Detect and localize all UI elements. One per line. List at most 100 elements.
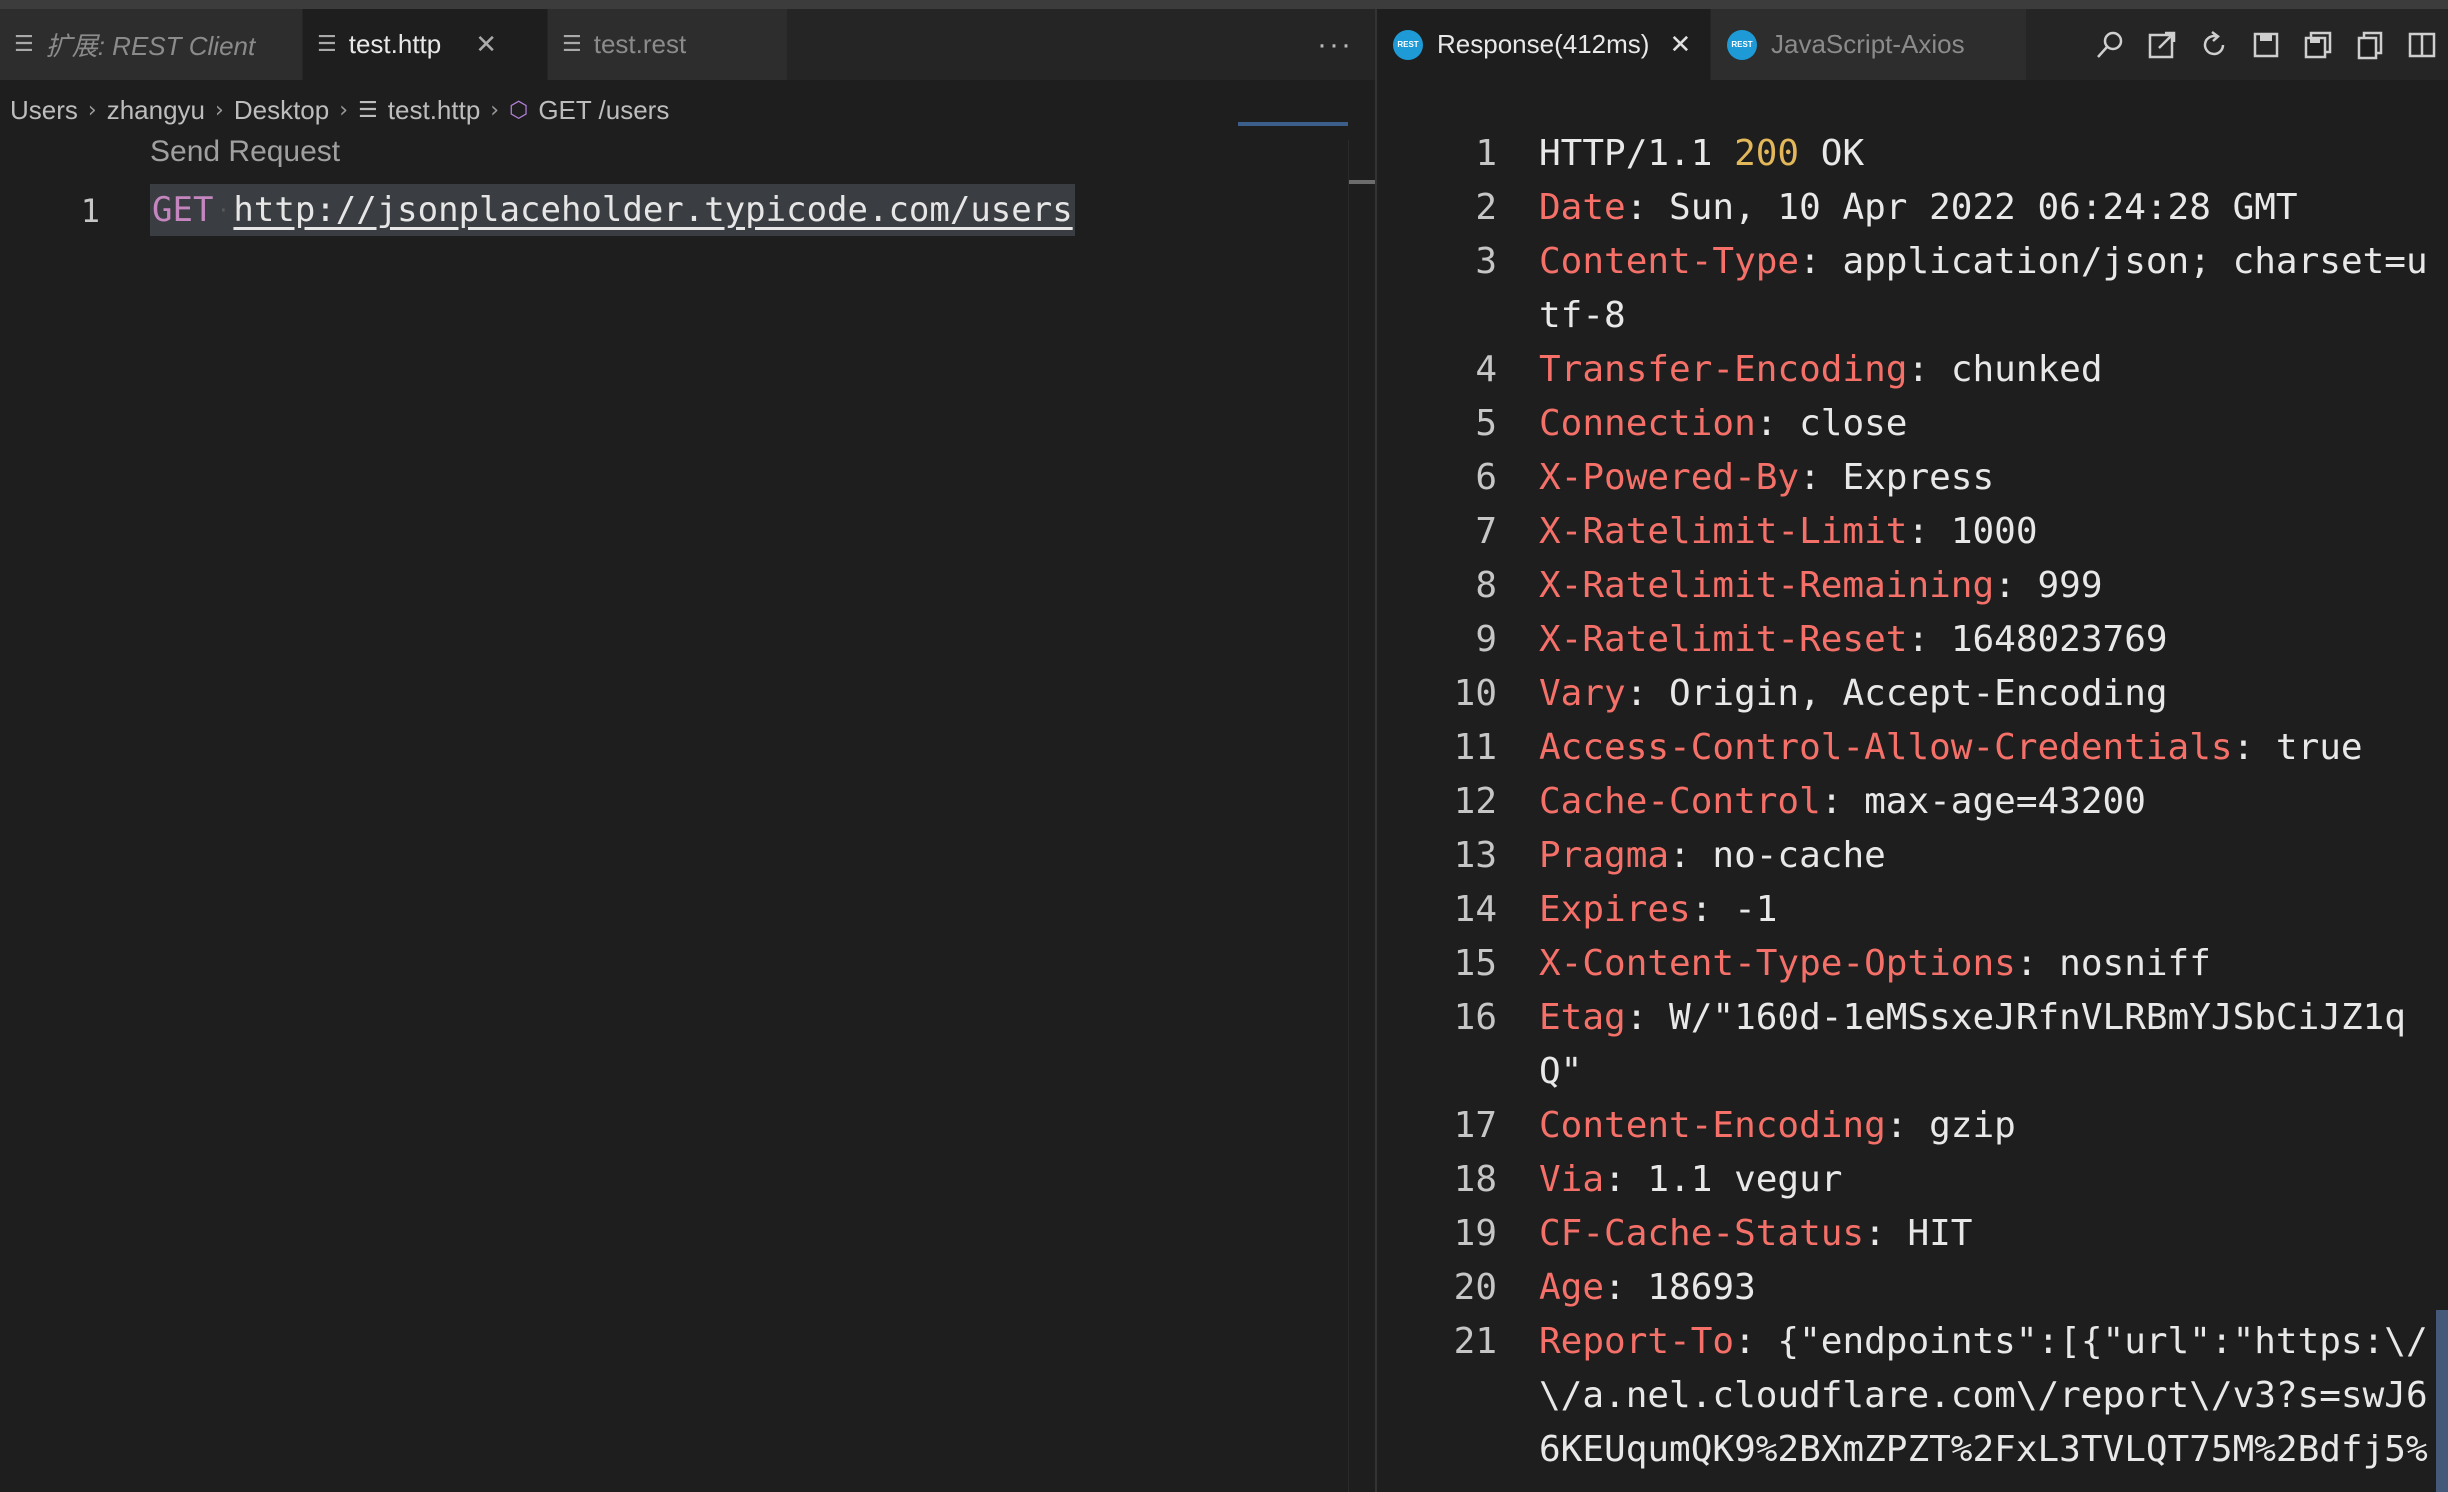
header-value: : HIT: [1864, 1213, 1973, 1254]
response-line: 5 Connection: close: [1377, 397, 2448, 451]
response-line: 3 Content-Type: application/json; charset…: [1377, 235, 2448, 289]
copy-icon[interactable]: [2344, 19, 2396, 71]
request-url-link[interactable]: http://jsonplaceholder.typicode.com/user…: [233, 190, 1072, 230]
line-number: 16: [1453, 997, 1497, 1038]
breadcrumb: Users › zhangyu › Desktop › ☰ test.http …: [0, 80, 1375, 140]
line-number: 8: [1475, 565, 1497, 606]
response-line: 4 Transfer-Encoding: chunked: [1377, 343, 2448, 397]
response-line-text: X-Powered-By: Express: [1539, 457, 1994, 498]
header-key: Cache-Control: [1539, 781, 1821, 822]
line-number: 12: [1453, 781, 1497, 822]
header-key: Expires: [1539, 889, 1691, 930]
search-icon[interactable]: [2084, 19, 2136, 71]
response-line: 12 Cache-Control: max-age=43200: [1377, 775, 2448, 829]
tab-response[interactable]: REST Response(412ms) ✕: [1377, 9, 1711, 80]
header-value: : 18693: [1604, 1267, 1756, 1308]
open-in-new-icon[interactable]: [2136, 19, 2188, 71]
tab-label: test.http: [348, 29, 442, 59]
file-lines-icon: ☰: [317, 32, 337, 57]
header-key: CF-Cache-Status: [1539, 1213, 1865, 1254]
line-number: 18: [1453, 1159, 1497, 1200]
response-line: 2 Date: Sun, 10 Apr 2022 06:24:28 GMT: [1377, 181, 2448, 235]
response-line-text: Date: Sun, 10 Apr 2022 06:24:28 GMT: [1539, 187, 2298, 228]
tab-javascript-axios[interactable]: REST JavaScript-Axios: [1711, 9, 2027, 80]
rest-client-icon: REST: [1393, 29, 1423, 60]
tab-bar-right: REST Response(412ms) ✕ REST JavaScript-A…: [1377, 9, 2448, 80]
split-editor-icon[interactable]: [2396, 19, 2448, 71]
header-value: : application/json; charset=u: [1799, 241, 2428, 282]
header-key: Access-Control-Allow-Credentials: [1539, 727, 2233, 768]
line-number: 2: [1475, 187, 1497, 228]
response-line: 14 Expires: -1: [1377, 883, 2448, 937]
response-line: 9 X-Ratelimit-Reset: 1648023769: [1377, 613, 2448, 667]
line-number: 10: [1453, 673, 1497, 714]
editor-toolbar: [2084, 9, 2448, 80]
header-value: : {"endpoints":[{"url":"https:\/: [1734, 1321, 2428, 1362]
more-actions-icon[interactable]: ···: [1305, 9, 1365, 80]
header-value: tf-8: [1539, 295, 1626, 336]
response-line-text: Pragma: no-cache: [1539, 835, 1886, 876]
scrollbar-thumb[interactable]: [1349, 180, 1376, 184]
response-body: 1 HTTP/1.1 200 OK 2 Date: Sun, 10 Apr 2022 …: [1377, 127, 2448, 1477]
response-line: 1 HTTP/1.1 200 OK: [1377, 127, 2448, 181]
response-line: 7 X-Ratelimit-Limit: 1000: [1377, 505, 2448, 559]
response-line-text: HTTP/1.1 200 OK: [1539, 133, 1864, 174]
tab-test-rest[interactable]: ☰ test.rest: [548, 9, 788, 80]
response-line-text: Transfer-Encoding: chunked: [1539, 349, 2103, 390]
send-request-codelens[interactable]: Send Request: [150, 135, 340, 169]
tab-extension-rest-client[interactable]: ☰ 扩展: REST Client: [0, 9, 303, 80]
close-icon[interactable]: ✕: [475, 30, 497, 60]
save-icon[interactable]: [2240, 19, 2292, 71]
response-line: Q": [1377, 1045, 2448, 1099]
response-line-text: X-Ratelimit-Limit: 1000: [1539, 511, 2038, 552]
breadcrumb-item-file[interactable]: test.http: [388, 95, 481, 126]
line-number: 14: [1453, 889, 1497, 930]
response-line-text: Age: 18693: [1539, 1267, 1756, 1308]
line-number: 11: [1453, 727, 1497, 768]
response-line-text: Access-Control-Allow-Credentials: true: [1539, 727, 2363, 768]
response-line-text: Etag: W/"160d-1eMSsxeJRfnVLRBmYJSbCiJZ1q: [1539, 997, 2406, 1038]
header-value: : close: [1755, 403, 1908, 444]
breadcrumb-item-symbol[interactable]: GET /users: [538, 95, 669, 126]
response-line: 16 Etag: W/"160d-1eMSsxeJRfnVLRBmYJSbCiJZ…: [1377, 991, 2448, 1045]
refresh-icon[interactable]: [2188, 19, 2240, 71]
line-number: 4: [1475, 349, 1497, 390]
header-key: Transfer-Encoding: [1539, 349, 1908, 390]
line-number: 7: [1475, 511, 1497, 552]
header-value: : 1648023769: [1907, 619, 2168, 660]
response-line: \/a.nel.cloudflare.com\/report\/v3?s=swJ…: [1377, 1369, 2448, 1423]
editor-line: 1 GET · http://jsonplaceholder.typicode.…: [0, 184, 1300, 236]
response-line-text: Cache-Control: max-age=43200: [1539, 781, 2146, 822]
response-line-text: Content-Type: application/json; charset=…: [1539, 241, 2428, 282]
vertical-scrollbar-thumb[interactable]: [2436, 1310, 2448, 1492]
tab-bar-left: ☰ 扩展: REST Client ☰ test.http ✕ ☰ test.r…: [0, 9, 1375, 80]
header-value: : W/"160d-1eMSsxeJRfnVLRBmYJSbCiJZ1q: [1625, 997, 2406, 1038]
response-line-text: 6KEUqumQK9%2BXmZPZT%2FxL3TVLQT75M%2Bdfj5…: [1539, 1429, 2428, 1470]
header-value: : max-age=43200: [1820, 781, 2146, 822]
vertical-scrollbar[interactable]: [1348, 140, 1376, 1492]
response-line-text: Vary: Origin, Accept-Encoding: [1539, 673, 2168, 714]
response-line: 6 X-Powered-By: Express: [1377, 451, 2448, 505]
line-number: 17: [1453, 1105, 1497, 1146]
breadcrumb-item-users[interactable]: Users: [10, 95, 78, 126]
request-line[interactable]: GET · http://jsonplaceholder.typicode.co…: [150, 184, 1075, 236]
save-body-icon[interactable]: [2292, 19, 2344, 71]
tab-test-http[interactable]: ☰ test.http ✕: [303, 9, 548, 80]
response-line: 15 X-Content-Type-Options: nosniff: [1377, 937, 2448, 991]
header-value: : no-cache: [1669, 835, 1886, 876]
chevron-right-icon: ›: [490, 97, 500, 123]
header-value: : gzip: [1885, 1105, 2016, 1146]
header-key: Content-Type: [1539, 241, 1800, 282]
header-key: Vary: [1539, 673, 1626, 714]
response-line-text: Report-To: {"endpoints":[{"url":"https:\…: [1539, 1321, 2428, 1362]
line-number: 1: [1475, 133, 1497, 174]
breadcrumb-item-desktop[interactable]: Desktop: [234, 95, 329, 126]
response-line: 19 CF-Cache-Status: HIT: [1377, 1207, 2448, 1261]
close-icon[interactable]: ✕: [1669, 30, 1691, 60]
header-value: : 1.1 vegur: [1604, 1159, 1843, 1200]
rest-client-icon: REST: [1727, 29, 1757, 60]
tab-label: test.rest: [593, 29, 687, 59]
response-line-text: CF-Cache-Status: HIT: [1539, 1213, 1972, 1254]
response-line: 21 Report-To: {"endpoints":[{"url":"https…: [1377, 1315, 2448, 1369]
breadcrumb-item-zhangyu[interactable]: zhangyu: [107, 95, 205, 126]
